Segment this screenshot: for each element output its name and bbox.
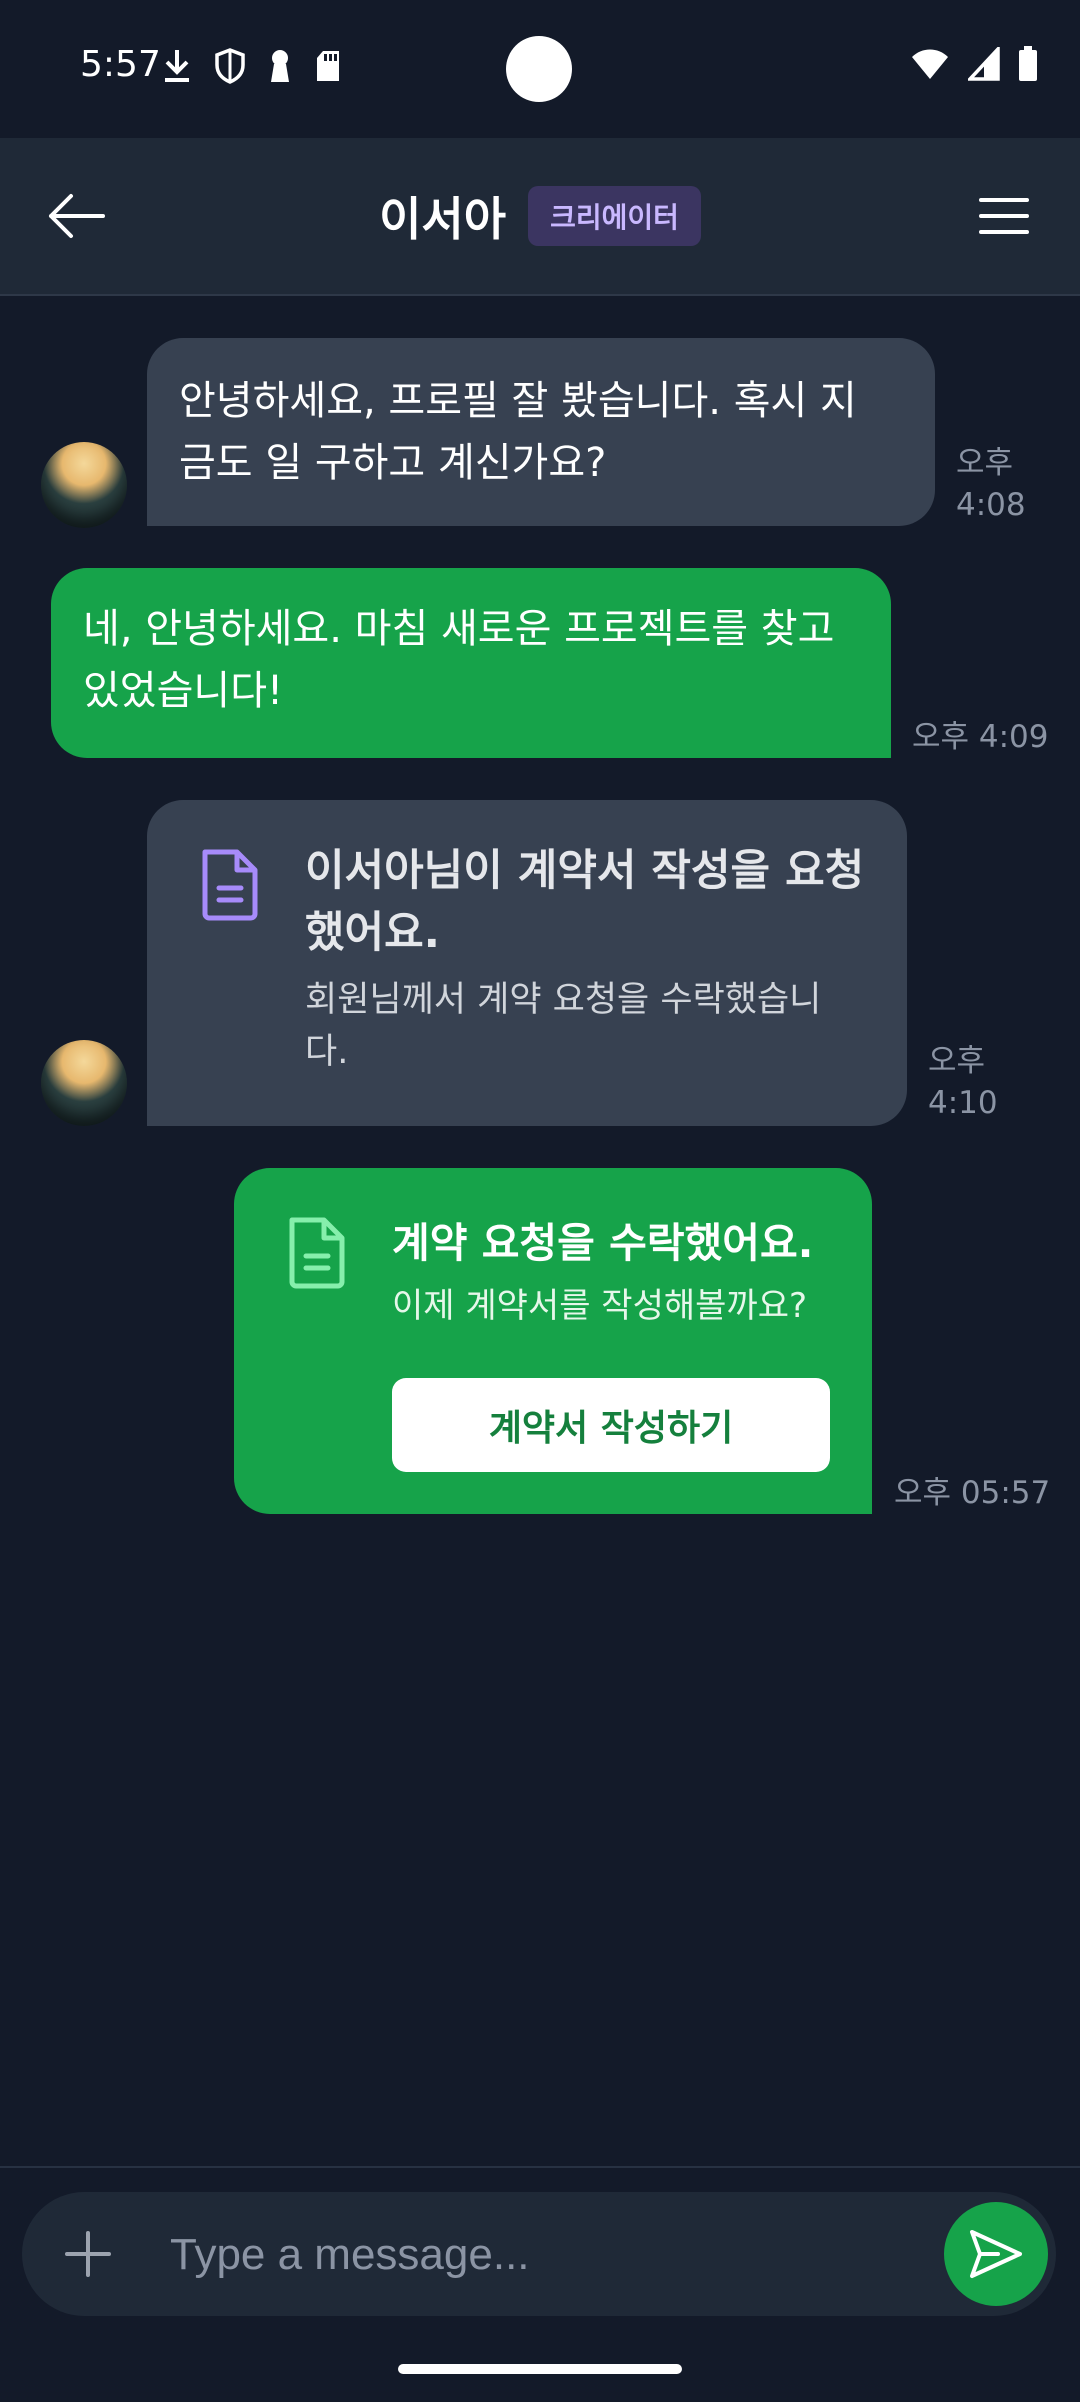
status-time: 5:57 (80, 44, 161, 85)
sd-card-icon (317, 51, 339, 81)
menu-button[interactable] (966, 178, 1042, 254)
message-time: 오후 05:57 (894, 1475, 1051, 1511)
write-contract-button[interactable]: 계약서 작성하기 (392, 1378, 830, 1472)
system-icons (910, 46, 1038, 82)
contact-avatar[interactable] (41, 1040, 127, 1126)
notification-icons (162, 48, 342, 84)
message-time: 오후 4:10 (928, 1040, 998, 1124)
card-title-line: 이서아님이 계약서 작성을 요청 (305, 846, 865, 896)
battery-icon (1019, 46, 1037, 81)
card-subtitle: 회원님께서 계약 요청을 수락했습니 다. (305, 974, 865, 1078)
cell-signal-icon (968, 47, 1000, 81)
message-text: 네, 안녕하세요. 마침 새로운 프로젝트를 찾고 있었습니다! (83, 598, 859, 722)
message-time: 오후 4:09 (912, 719, 1049, 755)
time-period: 오후 (956, 445, 1014, 481)
shield-icon (215, 48, 245, 84)
chat-header: 이서아 크리에이터 (0, 138, 1080, 296)
card-title: 이서아님이 계약서 작성을 요청 했어요. (305, 840, 865, 964)
contract-request-card: 이서아님이 계약서 작성을 요청 했어요. 회원님께서 계약 요청을 수락했습니… (147, 800, 907, 1126)
header-title-group: 이서아 크리에이터 (0, 138, 1080, 294)
message-line: 안녕하세요, 프로필 잘 봤습니다. 혹시 지 (179, 378, 857, 424)
download-icon (165, 50, 189, 82)
card-title-line: 했어요. (305, 908, 441, 958)
card-subtitle-line: 회원님께서 계약 요청을 수락했습니 (305, 980, 822, 1020)
message-composer (22, 2192, 1056, 2316)
message-input[interactable] (168, 2214, 932, 2296)
contract-accepted-card: 계약 요청을 수락했어요. 이제 계약서를 작성해볼까요? 계약서 작성하기 (234, 1168, 872, 1514)
document-icon (202, 849, 258, 921)
contact-avatar[interactable] (41, 442, 127, 528)
card-title: 계약 요청을 수락했어요. (392, 1219, 814, 1267)
document-icon (289, 1217, 345, 1289)
time-value: 4:10 (928, 1085, 998, 1121)
card-subtitle: 이제 계약서를 작성해볼까요? (392, 1286, 808, 1326)
message-line: 있었습니다! (83, 668, 284, 714)
wifi-icon (912, 49, 948, 79)
composer-bar (0, 2166, 1080, 2402)
role-badge: 크리에이터 (528, 186, 701, 246)
time-value: 4:08 (956, 487, 1026, 523)
home-indicator[interactable] (398, 2364, 682, 2374)
chat-screen: 5:57 이서아 크리에이터 안녕하세요, 프로필 잘 봤습니다. 혹시 지 금… (0, 0, 1080, 2402)
message-line: 네, 안녕하세요. 마침 새로운 프로젝트를 찾고 (83, 606, 835, 652)
message-time: 오후 4:08 (956, 442, 1026, 526)
status-bar: 5:57 (0, 0, 1080, 138)
keyhole-icon (271, 50, 289, 82)
time-period: 오후 (928, 1043, 986, 1079)
message-line: 금도 일 구하고 계신가요? (179, 440, 607, 486)
send-icon (970, 2230, 1022, 2278)
hamburger-menu-icon (979, 198, 1029, 234)
card-content: 이서아님이 계약서 작성을 요청 했어요. 회원님께서 계약 요청을 수락했습니… (305, 840, 865, 1078)
send-button[interactable] (944, 2202, 1048, 2306)
add-attachment-button[interactable] (56, 2222, 120, 2286)
card-subtitle-line: 다. (305, 1032, 349, 1072)
outgoing-message-bubble: 네, 안녕하세요. 마침 새로운 프로젝트를 찾고 있었습니다! (51, 568, 891, 758)
plus-icon (65, 2231, 111, 2277)
front-camera (506, 36, 572, 102)
card-content: 계약 요청을 수락했어요. 이제 계약서를 작성해볼까요? (392, 1212, 852, 1332)
contact-name: 이서아 (379, 192, 507, 246)
message-text: 안녕하세요, 프로필 잘 봤습니다. 혹시 지 금도 일 구하고 계신가요? (179, 370, 903, 494)
incoming-message-bubble: 안녕하세요, 프로필 잘 봤습니다. 혹시 지 금도 일 구하고 계신가요? (147, 338, 935, 526)
